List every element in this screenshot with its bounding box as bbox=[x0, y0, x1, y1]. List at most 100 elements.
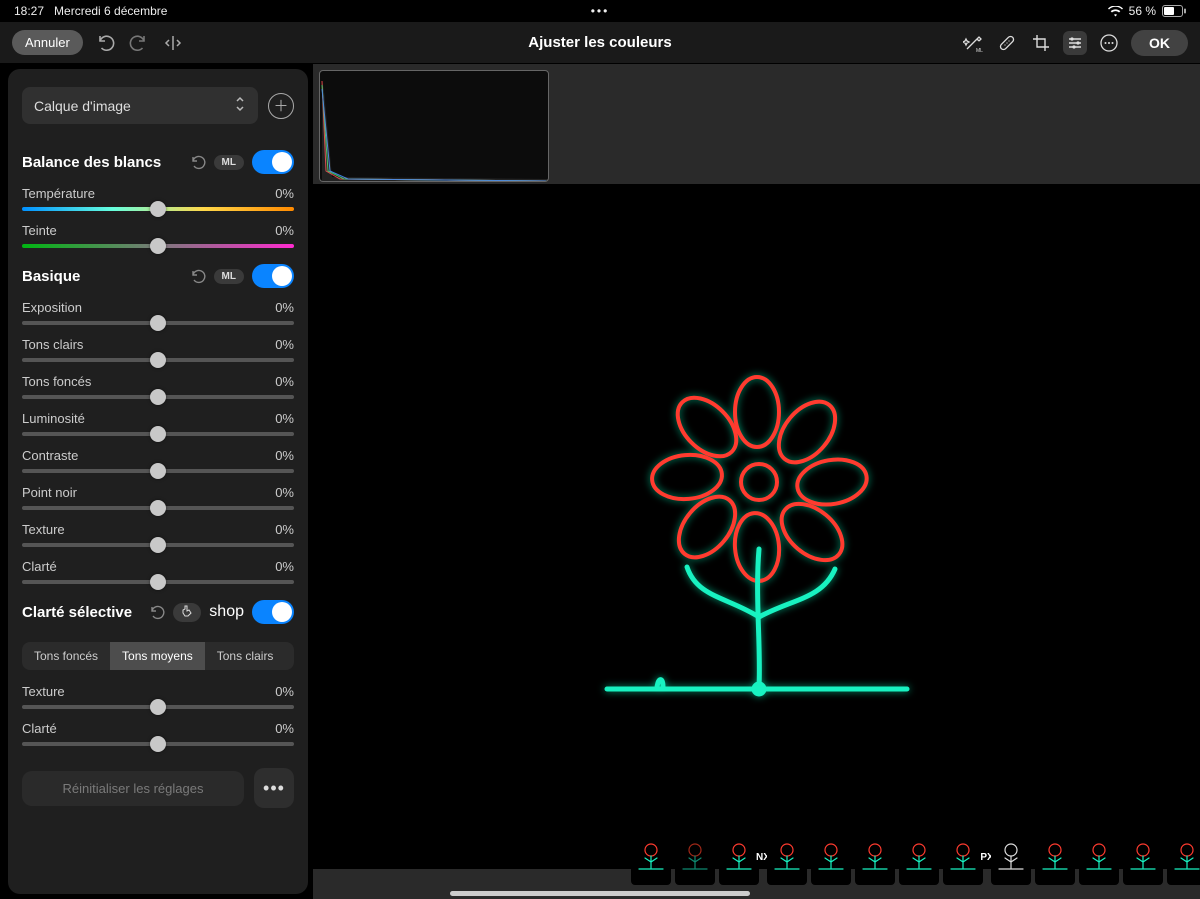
toolbar: Annuler Ajuster les couleurs ML OK bbox=[0, 22, 1200, 64]
ml-badge-basic[interactable]: ML bbox=[214, 269, 244, 284]
adjustments-sidebar: Calque d'image ＋ Balance des blancs ML T… bbox=[8, 69, 308, 894]
clarity2-slider[interactable] bbox=[22, 742, 294, 746]
wifi-icon bbox=[1108, 6, 1123, 17]
preset-thumb[interactable] bbox=[811, 829, 851, 885]
preset-filmstrip: NX PX bbox=[627, 829, 1186, 889]
layer-select[interactable]: Calque d'image bbox=[22, 87, 258, 124]
temperature-slider[interactable] bbox=[22, 207, 294, 211]
exposure-value: 0% bbox=[275, 300, 294, 315]
magic-wand-icon[interactable]: ML bbox=[961, 31, 985, 55]
temperature-label: Température bbox=[22, 186, 95, 201]
contrast-value: 0% bbox=[275, 448, 294, 463]
compare-icon[interactable] bbox=[161, 31, 185, 55]
canvas-area: NX PX bbox=[313, 64, 1200, 899]
multitask-dots-icon[interactable]: ••• bbox=[591, 4, 610, 18]
bandage-icon[interactable] bbox=[995, 31, 1019, 55]
highlights-slider[interactable] bbox=[22, 358, 294, 362]
texture-slider[interactable] bbox=[22, 543, 294, 547]
preset-thumb[interactable] bbox=[631, 829, 671, 885]
seg-midtones[interactable]: Tons moyens bbox=[110, 642, 205, 670]
status-time: 18:27 bbox=[14, 4, 44, 18]
brightness-slider[interactable] bbox=[22, 432, 294, 436]
add-layer-button[interactable]: ＋ bbox=[268, 93, 294, 119]
clarity2-label: Clarté bbox=[22, 721, 57, 736]
basic-title: Basique bbox=[22, 268, 80, 285]
reset-basic-icon[interactable] bbox=[190, 268, 206, 284]
finger-icon[interactable] bbox=[173, 603, 201, 622]
brightness-label: Luminosité bbox=[22, 411, 85, 426]
seg-shadows[interactable]: Tons foncés bbox=[22, 642, 110, 670]
crop-icon[interactable] bbox=[1029, 31, 1053, 55]
contrast-slider[interactable] bbox=[22, 469, 294, 473]
texture2-slider[interactable] bbox=[22, 705, 294, 709]
shadows-slider[interactable] bbox=[22, 395, 294, 399]
contrast-label: Contraste bbox=[22, 448, 78, 463]
sel-clarity-title: Clarté sélective bbox=[22, 604, 132, 621]
shadows-label: Tons foncés bbox=[22, 374, 91, 389]
battery-percent: 56 % bbox=[1129, 4, 1156, 18]
preset-thumb[interactable] bbox=[1123, 829, 1163, 885]
preset-thumb[interactable] bbox=[675, 829, 715, 885]
preset-thumb[interactable] bbox=[991, 829, 1031, 885]
reset-settings-button[interactable]: Réinitialiser les réglages bbox=[22, 771, 244, 806]
blackpoint-slider[interactable] bbox=[22, 506, 294, 510]
battery-icon bbox=[1162, 5, 1186, 17]
section-selective-clarity: Clarté sélective shop bbox=[8, 592, 308, 632]
white-balance-toggle[interactable] bbox=[252, 150, 294, 174]
undo-icon[interactable] bbox=[93, 31, 117, 55]
adjustments-icon[interactable] bbox=[1063, 31, 1087, 55]
more-menu-icon[interactable] bbox=[1097, 31, 1121, 55]
tint-label: Teinte bbox=[22, 223, 57, 238]
ml-badge[interactable]: ML bbox=[214, 155, 244, 170]
reset-wb-icon[interactable] bbox=[190, 154, 206, 170]
tint-slider[interactable] bbox=[22, 244, 294, 248]
status-bar: 18:27 Mercredi 6 décembre ••• 56 % bbox=[0, 0, 1200, 22]
texture2-value: 0% bbox=[275, 684, 294, 699]
preset-thumb[interactable] bbox=[1035, 829, 1075, 885]
svg-text:ML: ML bbox=[976, 48, 983, 53]
reset-selclarity-icon[interactable] bbox=[149, 604, 165, 620]
preset-thumb[interactable] bbox=[899, 829, 939, 885]
tone-segmented[interactable]: Tons foncés Tons moyens Tons clairs bbox=[22, 642, 294, 670]
status-date: Mercredi 6 décembre bbox=[54, 4, 167, 18]
more-options-button[interactable]: ••• bbox=[254, 768, 294, 808]
white-balance-title: Balance des blancs bbox=[22, 154, 161, 171]
brightness-value: 0% bbox=[275, 411, 294, 426]
blackpoint-value: 0% bbox=[275, 485, 294, 500]
ok-button[interactable]: OK bbox=[1131, 30, 1188, 56]
clarity-value: 0% bbox=[275, 559, 294, 574]
clarity-slider[interactable] bbox=[22, 580, 294, 584]
texture2-label: Texture bbox=[22, 684, 65, 699]
preset-thumb[interactable] bbox=[855, 829, 895, 885]
clarity2-value: 0% bbox=[275, 721, 294, 736]
tint-value: 0% bbox=[275, 223, 294, 238]
highlights-value: 0% bbox=[275, 337, 294, 352]
basic-toggle[interactable] bbox=[252, 264, 294, 288]
preset-thumb[interactable] bbox=[767, 829, 807, 885]
layer-select-label: Calque d'image bbox=[34, 98, 131, 114]
histogram bbox=[319, 70, 549, 182]
highlights-label: Tons clairs bbox=[22, 337, 83, 352]
sel-clarity-toggle[interactable] bbox=[252, 600, 294, 624]
page-title: Ajuster les couleurs bbox=[528, 34, 671, 51]
redo-icon[interactable] bbox=[127, 31, 151, 55]
blackpoint-label: Point noir bbox=[22, 485, 77, 500]
home-indicator[interactable] bbox=[450, 891, 750, 896]
section-basic: Basique ML bbox=[8, 256, 308, 296]
main-image[interactable] bbox=[313, 184, 1200, 869]
shadows-value: 0% bbox=[275, 374, 294, 389]
section-white-balance: Balance des blancs ML bbox=[8, 142, 308, 182]
chevron-updown-icon bbox=[234, 96, 246, 115]
texture-label: Texture bbox=[22, 522, 65, 537]
exposure-label: Exposition bbox=[22, 300, 82, 315]
texture-value: 0% bbox=[275, 522, 294, 537]
clarity-label: Clarté bbox=[22, 559, 57, 574]
preset-thumb[interactable] bbox=[943, 829, 983, 885]
seg-highlights[interactable]: Tons clairs bbox=[205, 642, 286, 670]
preset-thumb[interactable] bbox=[1167, 829, 1200, 885]
preset-thumb[interactable] bbox=[719, 829, 759, 885]
temperature-value: 0% bbox=[275, 186, 294, 201]
exposure-slider[interactable] bbox=[22, 321, 294, 325]
preset-thumb[interactable] bbox=[1079, 829, 1119, 885]
cancel-button[interactable]: Annuler bbox=[12, 30, 83, 55]
